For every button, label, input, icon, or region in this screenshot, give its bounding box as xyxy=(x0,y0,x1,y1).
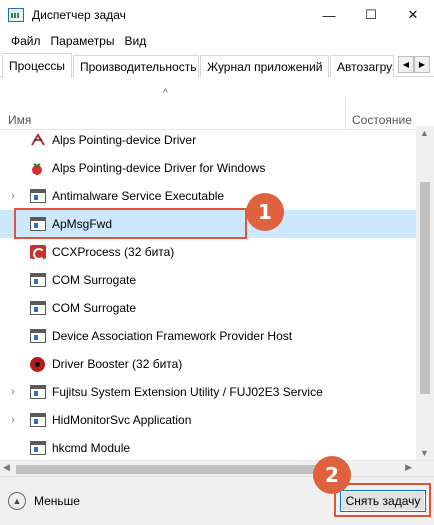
alps-icon xyxy=(30,133,46,147)
tab-strip: Процессы Производительность Журнал прило… xyxy=(0,53,434,78)
scroll-right-icon[interactable]: ▶ xyxy=(405,462,412,473)
scroll-down-icon[interactable]: ▼ xyxy=(420,448,429,458)
horizontal-scrollbar[interactable]: ◀ ▶ xyxy=(0,460,434,476)
window-icon xyxy=(30,301,46,315)
vertical-scrollbar[interactable]: ▲ ▼ xyxy=(416,126,434,460)
annotation-badge-2: 2 xyxy=(313,456,351,494)
task-manager-icon xyxy=(8,8,24,22)
process-row[interactable]: Device Association Framework Provider Ho… xyxy=(0,322,416,350)
process-name: Fujitsu System Extension Utility / FUJ02… xyxy=(52,385,323,399)
tab-scroll-arrows: ◀ ▶ xyxy=(398,56,430,73)
menu-view[interactable]: Вид xyxy=(119,34,151,48)
process-name: Device Association Framework Provider Ho… xyxy=(52,329,293,343)
vertical-scroll-thumb[interactable] xyxy=(420,182,430,394)
process-row[interactable]: COM Surrogate xyxy=(0,266,416,294)
column-status[interactable]: Состояние xyxy=(352,113,412,127)
process-name: Antimalware Service Executable xyxy=(52,189,225,203)
scroll-left-icon[interactable]: ◀ xyxy=(3,462,10,473)
process-row[interactable]: › Antimalware Service Executable xyxy=(0,182,416,210)
column-divider[interactable] xyxy=(345,98,346,129)
window-icon xyxy=(30,441,46,455)
horizontal-scroll-thumb[interactable] xyxy=(16,465,332,474)
window-controls: — ☐ ✕ xyxy=(308,0,434,30)
tab-scroll-right-icon[interactable]: ▶ xyxy=(414,56,430,73)
window-icon xyxy=(30,385,46,399)
window-icon xyxy=(30,189,46,203)
tab-performance[interactable]: Производительность xyxy=(73,55,199,77)
tab-scroll-left-icon[interactable]: ◀ xyxy=(398,56,414,73)
process-name: CCXProcess (32 бита) xyxy=(52,245,175,259)
annotation-highlight-1 xyxy=(14,208,247,239)
menu-file[interactable]: Файл xyxy=(6,34,46,48)
process-name: COM Surrogate xyxy=(52,273,137,287)
process-row[interactable]: › HidMonitorSvc Application xyxy=(0,406,416,434)
column-header: ^ Имя Состояние xyxy=(0,80,434,130)
process-row[interactable]: › Fujitsu System Extension Utility / FUJ… xyxy=(0,378,416,406)
process-name: Driver Booster (32 бита) xyxy=(52,357,183,371)
creative-cloud-icon xyxy=(30,245,46,260)
title-bar: Диспетчер задач — ☐ ✕ xyxy=(0,0,434,30)
maximize-button[interactable]: ☐ xyxy=(350,0,392,30)
driver-booster-icon xyxy=(30,356,45,372)
expand-chevron-icon[interactable]: › xyxy=(8,414,18,426)
window-icon xyxy=(30,273,46,287)
process-name: Alps Pointing-device Driver xyxy=(52,133,197,147)
annotation-highlight-2 xyxy=(334,483,431,517)
process-name: hkcmd Module xyxy=(52,441,131,455)
annotation-badge-1: 1 xyxy=(246,193,284,231)
process-row[interactable]: Alps Pointing-device Driver xyxy=(0,126,416,154)
menu-bar: Файл Параметры Вид xyxy=(0,31,151,51)
sort-up-icon: ^ xyxy=(163,88,168,99)
process-row[interactable]: Driver Booster (32 бита) xyxy=(0,350,416,378)
window-title: Диспетчер задач xyxy=(32,8,126,22)
berry-icon xyxy=(30,161,44,176)
process-row[interactable]: Alps Pointing-device Driver for Windows xyxy=(0,154,416,182)
process-row[interactable]: COM Surrogate xyxy=(0,294,416,322)
window-icon xyxy=(30,329,46,343)
fewer-details-toggle[interactable]: ▲ Меньше xyxy=(8,492,80,510)
close-button[interactable]: ✕ xyxy=(392,0,434,30)
column-name[interactable]: Имя xyxy=(8,113,31,127)
scroll-up-icon[interactable]: ▲ xyxy=(420,128,429,138)
fewer-details-label: Меньше xyxy=(34,494,80,508)
expand-chevron-icon[interactable]: › xyxy=(8,190,18,202)
tab-startup[interactable]: Автозагрузка xyxy=(330,55,394,77)
minimize-button[interactable]: — xyxy=(308,0,350,30)
expand-chevron-icon[interactable]: › xyxy=(8,386,18,398)
process-name: Alps Pointing-device Driver for Windows xyxy=(52,161,266,175)
tab-app-history[interactable]: Журнал приложений xyxy=(200,55,329,77)
menu-options[interactable]: Параметры xyxy=(46,34,120,48)
collapse-up-icon: ▲ xyxy=(8,492,26,510)
process-row[interactable]: CCXProcess (32 бита) xyxy=(0,238,416,266)
window-icon xyxy=(30,413,46,427)
process-list: Alps Pointing-device Driver Alps Pointin… xyxy=(0,126,416,460)
process-name: COM Surrogate xyxy=(52,301,137,315)
process-name: HidMonitorSvc Application xyxy=(52,413,192,427)
tab-processes[interactable]: Процессы xyxy=(2,53,72,78)
process-row[interactable]: hkcmd Module xyxy=(0,434,416,460)
